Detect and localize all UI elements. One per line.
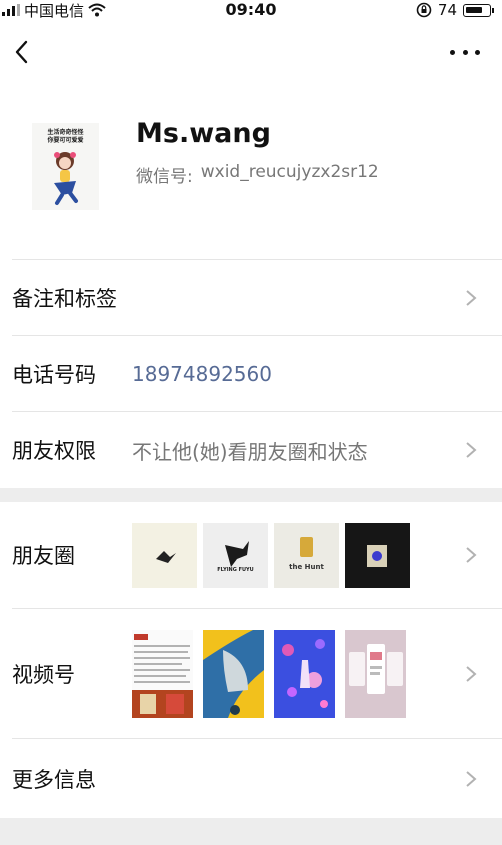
poster-icon [367,544,387,567]
moments-thumb-text: FLYING FUYU [217,566,254,573]
moments-thumb-text: the Hunt [289,562,324,571]
wechat-id-row: 微信号: wxid_reucujyzx2sr12 [136,162,379,187]
rotation-lock-icon [416,2,432,18]
moments-thumb[interactable]: FLYING FUYU [203,522,268,588]
dragon-logo-icon [225,540,249,567]
wechat-id-value: wxid_reucujyzx2sr12 [200,162,379,182]
article-thumb-image [132,633,193,718]
underwater-image [282,638,328,708]
channels-thumb[interactable] [345,629,406,718]
more-dots-icon [450,49,455,55]
chevron-left-icon [15,40,28,64]
more-button[interactable] [450,46,480,58]
battery-icon [463,3,491,17]
back-button[interactable] [10,36,40,68]
moments-thumb[interactable] [132,522,197,588]
profile-header: 生活奇奇怪怪 你要可可爱爱 Ms.wang 微信号: wxid_reucujyz… [0,110,502,240]
chevron-right-icon [466,547,477,563]
moments-thumb[interactable]: the Hunt [274,522,339,588]
channels-label: 视频号 [12,662,75,687]
section-gap [0,488,502,502]
moments-label: 朋友圈 [12,544,75,568]
battery-tip [492,7,494,13]
moments-row[interactable]: 朋友圈 FLYING FUYU the Hunt [12,502,502,608]
moments-thumb[interactable] [345,522,410,588]
moments-thumbnails: FLYING FUYU the Hunt [132,522,410,588]
chevron-right-icon [466,665,477,682]
channels-thumb[interactable] [274,629,335,718]
wechat-id-label: 微信号: [136,167,193,187]
permission-row[interactable]: 朋友权限 不让他(她)看朋友圈和状态 [12,411,502,488]
phone-number-link[interactable]: 18974892560 [132,362,272,386]
channels-row[interactable]: 视频号 [12,608,502,738]
bird-logo-icon [156,550,176,563]
phone-label: 电话号码 [12,362,96,387]
phone-row: 电话号码 18974892560 [12,335,502,411]
chevron-right-icon [466,770,477,787]
avatar-illustration [54,152,78,205]
abstract-shape-image [203,629,264,718]
chevron-right-icon [466,289,477,306]
channels-thumb[interactable] [203,629,264,718]
permission-label: 朋友权限 [12,439,96,463]
app-mockup-image [349,643,403,694]
profile-name: Ms.wang [136,118,271,149]
channels-thumbnails [132,629,406,718]
channels-thumb[interactable] [132,629,193,718]
permission-value: 不让他(她)看朋友圈和状态 [132,439,368,464]
battery-percent: 74 [437,1,457,19]
avatar[interactable]: 生活奇奇怪怪 你要可可爱爱 [32,123,99,210]
more-info-row[interactable]: 更多信息 [12,738,502,818]
section-gap [0,818,502,845]
nav-bar [0,30,502,74]
remark-tags-label: 备注和标签 [12,286,117,311]
chevron-right-icon [466,442,477,458]
status-right: 74 [416,0,494,20]
status-bar: 中国电信 09:40 74 [0,0,502,20]
more-info-label: 更多信息 [12,767,96,792]
remark-tags-row[interactable]: 备注和标签 [12,259,502,335]
gold-logo-icon [300,536,313,557]
